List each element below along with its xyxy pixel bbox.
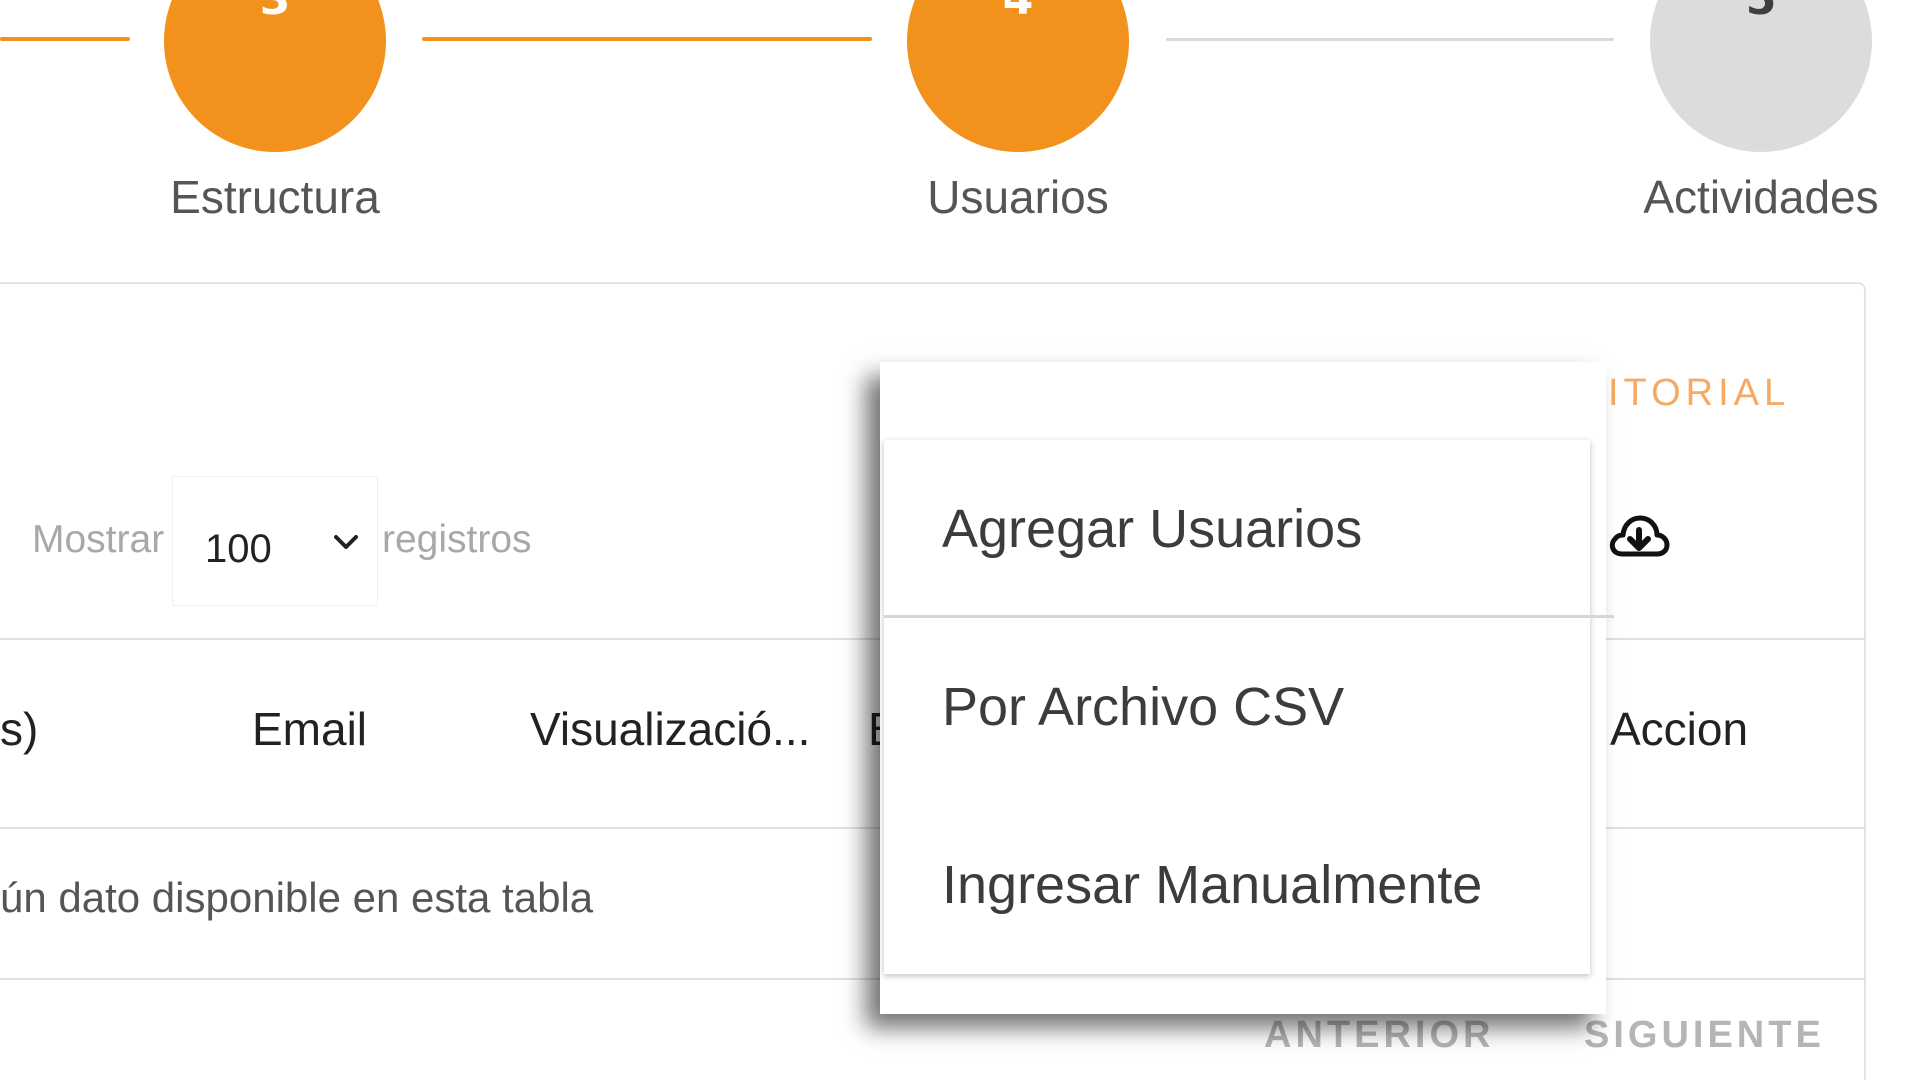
- next-page-button[interactable]: SIGUIENTE: [1584, 1014, 1825, 1057]
- column-header-visualizacion[interactable]: Visualizació...: [530, 702, 810, 756]
- column-header-email[interactable]: Email: [252, 702, 367, 756]
- menu-item-agregar-usuarios[interactable]: Agregar Usuarios: [884, 440, 1590, 618]
- length-prefix: Mostrar: [32, 518, 165, 561]
- step-connector: [422, 37, 872, 41]
- table-empty-message: ún dato disponible en esta tabla: [0, 874, 594, 921]
- step-3-number: 3: [260, 0, 291, 25]
- step-connector: [1166, 38, 1614, 41]
- step-connector: [0, 37, 130, 41]
- chevron-down-icon: [334, 535, 358, 549]
- wizard-page: 3 Estructura 4 Usuarios 5 Actividades IT…: [0, 0, 1920, 1080]
- add-users-dropdown: Agregar Usuarios Por Archivo CSV Ingresa…: [884, 440, 1614, 974]
- step-5-label: Actividades: [1643, 171, 1879, 223]
- records-per-page-value: 100: [205, 527, 272, 571]
- menu-item-ingresar-manualmente[interactable]: Ingresar Manualmente: [884, 796, 1590, 974]
- tutorial-link[interactable]: ITORIAL: [1608, 372, 1790, 415]
- step-4-label: Usuarios: [927, 171, 1109, 223]
- cloud-download-icon[interactable]: [1606, 506, 1670, 570]
- records-per-page-select[interactable]: 100: [172, 476, 378, 606]
- column-header-names[interactable]: s): [0, 702, 38, 756]
- column-header-accion[interactable]: Accion: [1610, 702, 1748, 756]
- step-5-circle[interactable]: 5: [1650, 0, 1872, 152]
- step-3-label: Estructura: [170, 171, 380, 223]
- step-4-number: 4: [1003, 0, 1034, 25]
- step-4-circle[interactable]: 4: [907, 0, 1129, 152]
- step-3-circle[interactable]: 3: [164, 0, 386, 152]
- menu-item-por-archivo-csv[interactable]: Por Archivo CSV: [884, 618, 1590, 796]
- step-5-number: 5: [1746, 0, 1777, 25]
- length-suffix: registros: [382, 518, 532, 561]
- previous-page-button[interactable]: ANTERIOR: [1264, 1014, 1494, 1057]
